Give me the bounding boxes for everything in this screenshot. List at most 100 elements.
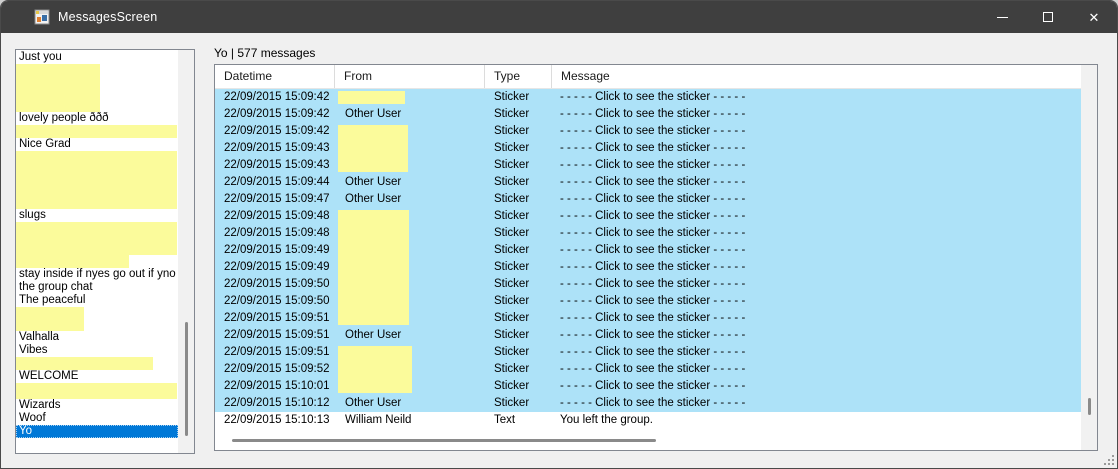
conversation-item-redacted[interactable] xyxy=(16,222,178,255)
table-row[interactable]: 22/09/2015 15:09:44Other UserSticker- - … xyxy=(215,174,1081,191)
table-row[interactable]: 22/09/2015 15:09:51Other UserSticker- - … xyxy=(215,327,1081,344)
cell-type: Sticker xyxy=(485,191,552,208)
cell-dt: 22/09/2015 15:09:47 xyxy=(215,191,335,208)
cell-dt: 22/09/2015 15:09:51 xyxy=(215,344,335,361)
conversation-item[interactable]: slugs xyxy=(16,209,178,222)
column-header-type[interactable]: Type xyxy=(485,65,552,88)
cell-msg: - - - - - Click to see the sticker - - -… xyxy=(552,259,1081,276)
titlebar[interactable]: MessagesScreen ✕ xyxy=(1,1,1117,33)
minimize-icon xyxy=(997,17,1008,18)
cell-msg: - - - - - Click to see the sticker - - -… xyxy=(552,395,1081,412)
redaction-block xyxy=(338,210,409,325)
cell-dt: 22/09/2015 15:10:12 xyxy=(215,395,335,412)
sidebar-scrollbar-thumb[interactable] xyxy=(185,322,188,436)
conversation-item[interactable]: the group chat xyxy=(16,281,178,294)
messages-listview[interactable]: DatetimeFromTypeMessage 22/09/2015 15:09… xyxy=(214,64,1098,451)
cell-type: Sticker xyxy=(485,327,552,344)
conversation-item[interactable]: WELCOME xyxy=(16,370,178,383)
conversation-listbox[interactable]: Just you lovely people ððð Nice Grad slugs s… xyxy=(15,49,195,454)
messages-screen-window: MessagesScreen ✕ Just you lovely people ð… xyxy=(0,0,1118,469)
close-button[interactable]: ✕ xyxy=(1071,1,1117,33)
cell-type: Text xyxy=(485,412,552,429)
conversation-item[interactable]: lovely people ððð xyxy=(16,112,178,125)
cell-type: Sticker xyxy=(485,89,552,106)
conversation-item-redacted[interactable] xyxy=(16,255,178,268)
cell-from: William Neild xyxy=(335,412,485,429)
cell-from: Other User xyxy=(335,191,485,208)
table-row[interactable]: 22/09/2015 15:10:13William NeildTextYou … xyxy=(215,412,1081,429)
cell-dt: 22/09/2015 15:09:52 xyxy=(215,361,335,378)
table-row[interactable]: 22/09/2015 15:09:42Other UserSticker- - … xyxy=(215,106,1081,123)
table-row[interactable]: 22/09/2015 15:10:12Other UserSticker- - … xyxy=(215,395,1081,412)
conversation-item[interactable]: Nice Grad xyxy=(16,138,178,151)
cell-dt: 22/09/2015 15:10:01 xyxy=(215,378,335,395)
messages-horizontal-scrollbar-thumb[interactable] xyxy=(232,439,656,442)
app-icon xyxy=(34,9,50,25)
conversation-item-redacted[interactable] xyxy=(16,357,178,370)
cell-type: Sticker xyxy=(485,344,552,361)
sidebar-scrollbar[interactable] xyxy=(178,50,194,453)
cell-msg: - - - - - Click to see the sticker - - -… xyxy=(552,276,1081,293)
cell-dt: 22/09/2015 15:09:42 xyxy=(215,106,335,123)
redaction-block xyxy=(16,222,177,255)
cell-msg: - - - - - Click to see the sticker - - -… xyxy=(552,140,1081,157)
conversation-item-redacted[interactable] xyxy=(16,64,178,112)
cell-type: Sticker xyxy=(485,123,552,140)
cell-from: Other User xyxy=(335,395,485,412)
conversation-item[interactable]: Woof xyxy=(16,412,178,425)
conversation-item[interactable]: Wizards xyxy=(16,399,178,412)
cell-dt: 22/09/2015 15:09:50 xyxy=(215,293,335,310)
cell-dt: 22/09/2015 15:09:48 xyxy=(215,208,335,225)
cell-from: Other User xyxy=(335,327,485,344)
cell-type: Sticker xyxy=(485,293,552,310)
conversation-item-redacted[interactable] xyxy=(16,125,178,138)
maximize-icon xyxy=(1043,12,1053,22)
conversation-item-redacted[interactable] xyxy=(16,151,178,209)
conversation-item[interactable]: Valhalla xyxy=(16,331,178,344)
messages-vertical-scrollbar[interactable] xyxy=(1081,65,1097,450)
redaction-block xyxy=(16,307,84,331)
window-title: MessagesScreen xyxy=(58,10,157,24)
cell-dt: 22/09/2015 15:09:42 xyxy=(215,123,335,140)
cell-msg: - - - - - Click to see the sticker - - -… xyxy=(552,242,1081,259)
cell-type: Sticker xyxy=(485,378,552,395)
cell-msg: - - - - - Click to see the sticker - - -… xyxy=(552,344,1081,361)
cell-dt: 22/09/2015 15:09:42 xyxy=(215,89,335,106)
cell-msg: - - - - - Click to see the sticker - - -… xyxy=(552,293,1081,310)
maximize-button[interactable] xyxy=(1025,1,1071,33)
cell-from: Other User xyxy=(335,174,485,191)
conversation-item-redacted[interactable] xyxy=(16,383,178,399)
cell-msg: - - - - - Click to see the sticker - - -… xyxy=(552,123,1081,140)
cell-msg: - - - - - Click to see the sticker - - -… xyxy=(552,208,1081,225)
messages-vertical-scrollbar-thumb[interactable] xyxy=(1088,398,1091,415)
minimize-button[interactable] xyxy=(979,1,1025,33)
conversation-item[interactable]: stay inside if nyes go out if yno xyxy=(16,268,178,281)
cell-dt: 22/09/2015 15:09:51 xyxy=(215,327,335,344)
cell-msg: - - - - - Click to see the sticker - - -… xyxy=(552,157,1081,174)
cell-type: Sticker xyxy=(485,259,552,276)
redaction-block xyxy=(16,64,100,112)
resize-grip-icon[interactable] xyxy=(1102,453,1115,466)
cell-type: Sticker xyxy=(485,157,552,174)
column-header-from[interactable]: From xyxy=(335,65,485,88)
conversation-item[interactable]: Vibes xyxy=(16,344,178,357)
conversation-item-redacted[interactable] xyxy=(16,307,178,331)
conversation-list: Just you lovely people ððð Nice Grad slugs s… xyxy=(16,50,178,453)
column-header-message[interactable]: Message xyxy=(552,65,1081,88)
close-icon: ✕ xyxy=(1089,11,1100,24)
cell-msg: - - - - - Click to see the sticker - - -… xyxy=(552,378,1081,395)
cell-dt: 22/09/2015 15:09:48 xyxy=(215,225,335,242)
conversation-item[interactable]: Just you xyxy=(16,51,178,64)
cell-msg: - - - - - Click to see the sticker - - -… xyxy=(552,174,1081,191)
cell-dt: 22/09/2015 15:09:50 xyxy=(215,276,335,293)
cell-dt: 22/09/2015 15:09:43 xyxy=(215,157,335,174)
conversation-item[interactable]: Yo xyxy=(16,425,178,438)
table-row[interactable]: 22/09/2015 15:09:47Other UserSticker- - … xyxy=(215,191,1081,208)
cell-dt: 22/09/2015 15:09:44 xyxy=(215,174,335,191)
column-header-datetime[interactable]: Datetime xyxy=(215,65,335,88)
cell-type: Sticker xyxy=(485,225,552,242)
redaction-block xyxy=(16,383,177,399)
conversation-item[interactable]: The peaceful xyxy=(16,294,178,307)
cell-type: Sticker xyxy=(485,242,552,259)
cell-type: Sticker xyxy=(485,174,552,191)
